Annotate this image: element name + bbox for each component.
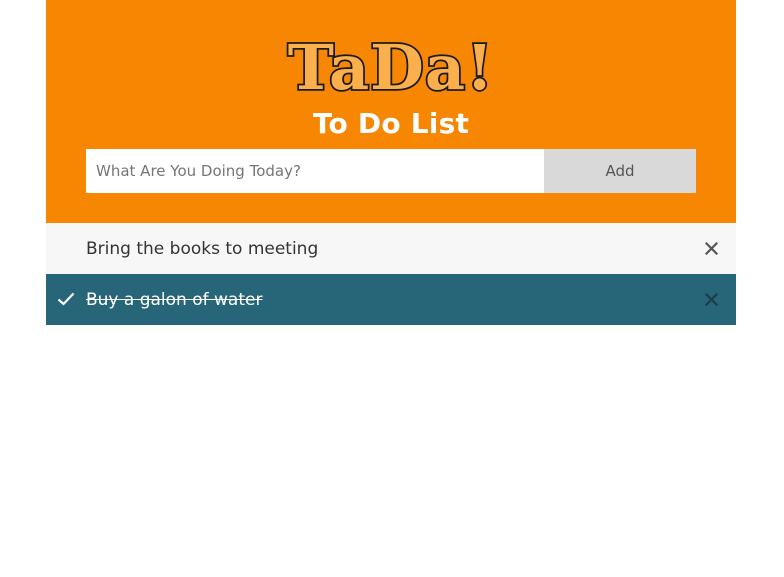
task-input[interactable] [86,149,544,193]
page-title: To Do List [312,107,470,140]
task-list: Bring the books to meeting Buy a galon o… [46,223,736,325]
check-icon [57,292,75,306]
task-item-done[interactable]: Buy a galon of water [46,274,736,325]
add-task-form: Add [86,149,696,193]
task-text: Buy a galon of water [86,289,263,310]
task-text: Bring the books to meeting [86,238,319,259]
add-button[interactable]: Add [544,149,696,193]
todo-app: TaDa! To Do List Add Bring the books to … [46,0,736,325]
header: TaDa! To Do List Add [46,0,736,223]
tada-logo-icon: TaDa! [286,33,495,99]
logo: TaDa! [46,33,736,99]
task-item[interactable]: Bring the books to meeting [46,223,736,274]
close-icon[interactable] [705,242,718,255]
svg-text:TaDa!: TaDa! [288,33,495,99]
close-icon[interactable] [705,293,718,306]
